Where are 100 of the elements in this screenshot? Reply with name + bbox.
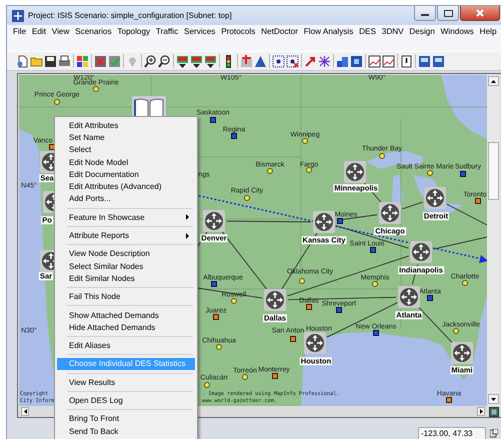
- menu-item[interactable]: NetDoctor: [258, 26, 301, 38]
- dot-grid-icon[interactable]: [272, 54, 285, 68]
- star-icon[interactable]: [318, 54, 331, 68]
- close-button[interactable]: [460, 6, 500, 21]
- context-menu-item[interactable]: View Node Description: [57, 248, 195, 260]
- context-menu-item[interactable]: Edit Attributes: [57, 119, 195, 132]
- context-menu-item[interactable]: Add Ports...: [57, 192, 195, 206]
- screen-icon[interactable]: [418, 54, 431, 68]
- context-menu-item[interactable]: Set Name: [57, 131, 195, 144]
- context-menu-item[interactable]: Show Attached Demands: [57, 308, 195, 322]
- menu-item[interactable]: Scenarios: [72, 26, 114, 38]
- city-marker: [337, 218, 343, 224]
- router-icon[interactable]: [344, 161, 366, 183]
- overview-icon[interactable]: [489, 406, 499, 416]
- city-marker: [462, 280, 468, 286]
- x-mark-icon[interactable]: [94, 54, 107, 68]
- context-menu-item[interactable]: Feature In Showcase: [57, 211, 195, 224]
- menu-item[interactable]: File: [10, 26, 29, 38]
- caret-up-icon: [491, 80, 496, 82]
- arrow-icon[interactable]: [304, 54, 317, 68]
- printer-icon[interactable]: [58, 54, 71, 68]
- router-icon[interactable]: [398, 286, 420, 308]
- submenu-arrow-icon: [186, 232, 189, 239]
- chart-icon[interactable]: [382, 54, 395, 68]
- context-menu-item[interactable]: Edit Similar Nodes: [57, 272, 195, 285]
- screen-icon[interactable]: [432, 54, 445, 68]
- router-icon[interactable]: [264, 289, 286, 311]
- router-icon[interactable]: [379, 202, 401, 224]
- city-marker: [54, 99, 60, 105]
- triangle-icon[interactable]: [254, 54, 267, 68]
- router-icon[interactable]: [424, 187, 446, 209]
- context-menu-item[interactable]: Hide Attached Demands: [57, 321, 195, 334]
- zoom-in-icon[interactable]: [144, 54, 157, 68]
- menu-item[interactable]: Edit: [28, 26, 49, 38]
- city-marker: [213, 314, 219, 320]
- context-menu-item[interactable]: Bring To Front: [57, 412, 195, 425]
- context-menu-item[interactable]: Edit Node Model: [57, 156, 195, 168]
- context-menu-item[interactable]: Send To Back: [57, 424, 195, 438]
- square-icon[interactable]: [350, 54, 363, 68]
- coordinates-field: -123.00, 47.33: [418, 426, 486, 439]
- link-line: [402, 202, 424, 210]
- city-marker: [453, 328, 459, 334]
- router-icon[interactable]: [451, 342, 473, 364]
- context-menu-item[interactable]: Edit Aliases: [57, 339, 195, 352]
- city-marker: [446, 397, 452, 403]
- tile-grid-icon[interactable]: [76, 54, 89, 68]
- menu-item[interactable]: Traffic: [153, 26, 182, 38]
- dot-grid-x-icon[interactable]: [286, 54, 299, 68]
- horizontal-scrollbar[interactable]: [19, 406, 487, 416]
- checkmark-icon[interactable]: [108, 54, 121, 68]
- vertical-scrollbar[interactable]: [487, 75, 500, 406]
- menu-item[interactable]: Flow Analysis: [300, 26, 356, 38]
- city-marker: [336, 307, 342, 313]
- zoom-out-icon[interactable]: [158, 54, 171, 68]
- menu-item[interactable]: Help: [476, 26, 500, 38]
- context-menu-item[interactable]: Attribute Reports: [57, 229, 195, 242]
- menu-item[interactable]: Windows: [438, 26, 477, 38]
- save-icon[interactable]: [44, 54, 57, 68]
- scroll-right-button[interactable]: [477, 407, 485, 416]
- menu-item[interactable]: Design: [406, 26, 438, 38]
- menu-item[interactable]: View: [48, 26, 72, 38]
- menu-item[interactable]: Protocols: [218, 26, 258, 38]
- city-marker: [211, 281, 217, 287]
- context-menu-item[interactable]: Open DES Log: [57, 394, 195, 407]
- new-document-icon[interactable]: [16, 54, 29, 68]
- menu-item[interactable]: Services: [181, 26, 218, 38]
- city-marker: [242, 374, 248, 380]
- city-marker: [244, 195, 250, 201]
- maximize-button[interactable]: [437, 6, 459, 21]
- context-menu-item[interactable]: Select Similar Nodes: [57, 260, 195, 272]
- scroll-down-button[interactable]: [488, 394, 499, 404]
- city-marker: [204, 382, 210, 388]
- menu-item[interactable]: Topology: [114, 26, 154, 38]
- menu-item[interactable]: 3DNV: [378, 26, 406, 38]
- folder-icon[interactable]: [30, 54, 43, 68]
- scroll-up-button[interactable]: [488, 76, 499, 86]
- menu-item[interactable]: DES: [356, 26, 379, 38]
- app-icon: [12, 10, 24, 22]
- router-icon[interactable]: [410, 241, 432, 263]
- minimize-button[interactable]: [414, 6, 436, 21]
- link-line: [446, 204, 487, 226]
- city-marker: [290, 336, 296, 342]
- scroll-thumb[interactable]: [488, 142, 499, 200]
- router-icon[interactable]: [304, 332, 326, 354]
- link-line: [433, 236, 487, 250]
- scroll-left-button[interactable]: [21, 407, 29, 416]
- context-menu-item[interactable]: Select: [57, 144, 195, 156]
- city-marker: [302, 138, 308, 144]
- context-menu-item[interactable]: View Results: [57, 376, 195, 388]
- blocks-icon[interactable]: [336, 54, 349, 68]
- chart-icon[interactable]: [368, 54, 381, 68]
- window-title: Project: ISIS Scenario: simple_configuration [Subnet: top]: [28, 11, 232, 20]
- context-menu-item[interactable]: Fail This Node: [57, 290, 195, 303]
- city-marker: [373, 330, 379, 336]
- context-menu-item[interactable]: Edit Documentation: [57, 168, 195, 180]
- router-icon[interactable]: [313, 211, 335, 233]
- router-icon[interactable]: [203, 210, 225, 232]
- city-marker: [231, 133, 237, 139]
- note-icon[interactable]: [400, 54, 413, 68]
- context-menu-item[interactable]: Edit Attributes (Advanced): [57, 180, 195, 193]
